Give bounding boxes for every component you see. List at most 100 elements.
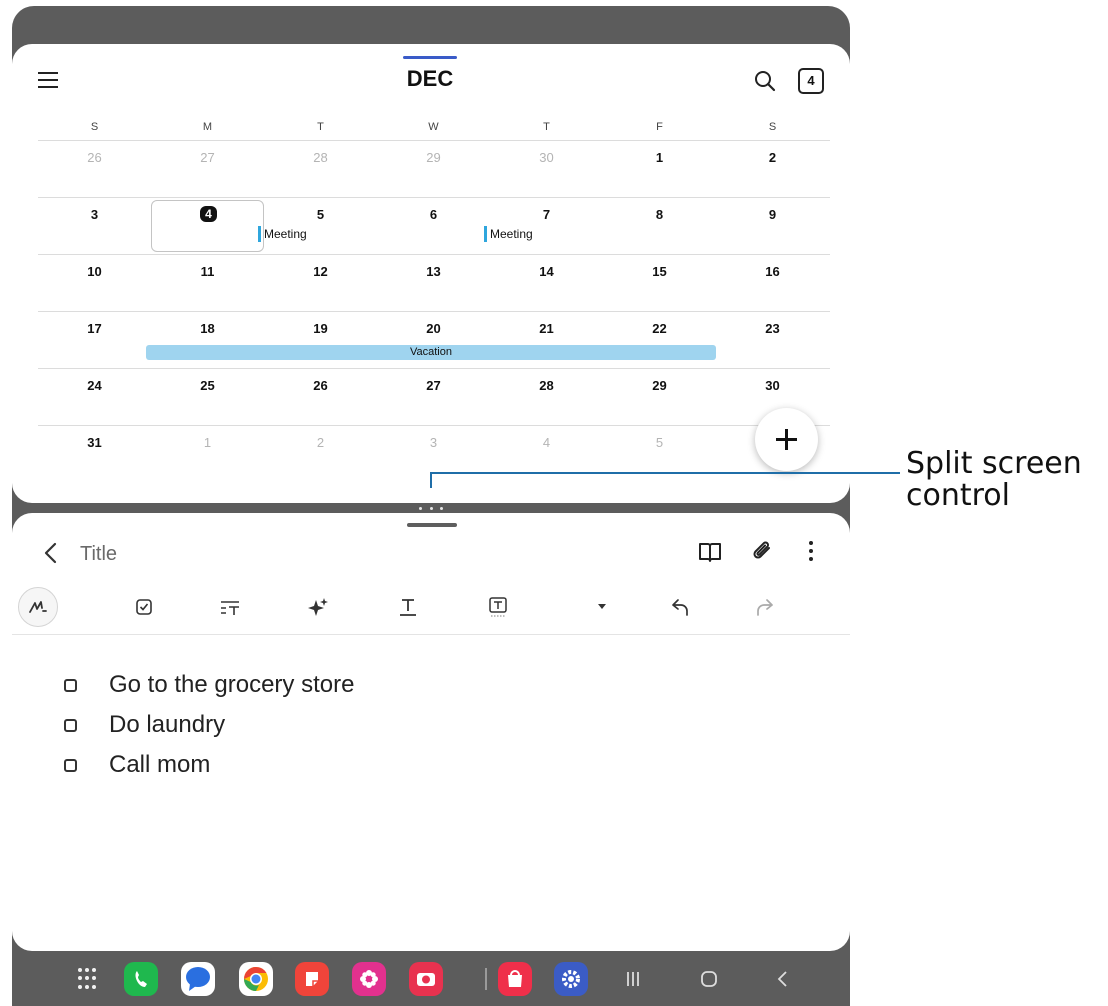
phone-app-icon[interactable]: [124, 962, 158, 996]
calendar-day[interactable]: 1: [603, 141, 716, 198]
calendar-day[interactable]: 5: [603, 426, 716, 483]
gallery-app-icon[interactable]: [352, 962, 386, 996]
day-number: 14: [539, 264, 554, 279]
calendar-day[interactable]: 17: [38, 312, 151, 369]
calendar-day[interactable]: 18: [151, 312, 264, 369]
day-number: 28: [539, 378, 554, 393]
recents-icon[interactable]: [625, 969, 641, 989]
calendar-day[interactable]: 7 Meeting: [484, 198, 603, 255]
checkbox[interactable]: [64, 718, 77, 732]
calendar-day[interactable]: 29: [377, 141, 490, 198]
checkbox[interactable]: [64, 758, 77, 772]
calendar-day[interactable]: 24: [38, 369, 151, 426]
calendar-day[interactable]: 9: [716, 198, 829, 255]
back-icon[interactable]: [42, 541, 60, 565]
more-options-icon[interactable]: [808, 541, 814, 563]
calendar-day[interactable]: 21: [490, 312, 603, 369]
messages-app-icon[interactable]: [181, 962, 215, 996]
calendar-day[interactable]: 10: [38, 255, 151, 312]
day-number: 4: [542, 435, 551, 450]
calendar-day[interactable]: 1: [151, 426, 264, 483]
calendar-day-today[interactable]: 4: [151, 200, 264, 252]
text-format-icon[interactable]: [210, 587, 250, 627]
tablet-device: DEC 4 SMTWTFS 26 27 28 29 30 1 2 3 4 5 Meeting 6 7 Me…: [12, 6, 850, 1006]
calendar-week-row: 10 11 12 13 14 15 16: [38, 254, 830, 311]
calendar-day[interactable]: 11: [151, 255, 264, 312]
calendar-day[interactable]: 3: [38, 198, 151, 255]
calendar-day[interactable]: 16: [716, 255, 829, 312]
calendar-day[interactable]: 26: [264, 369, 377, 426]
book-icon[interactable]: [698, 541, 722, 563]
calendar-day[interactable]: 30: [490, 141, 603, 198]
calendar-day[interactable]: 6: [377, 198, 490, 255]
today-button[interactable]: 4: [798, 68, 824, 94]
calendar-day[interactable]: 2: [716, 141, 829, 198]
back-nav-icon[interactable]: [776, 969, 790, 989]
calendar-day[interactable]: 20: [377, 312, 490, 369]
calendar-day[interactable]: 14: [490, 255, 603, 312]
list-item-text[interactable]: Call mom: [109, 751, 210, 779]
calendar-day[interactable]: 13: [377, 255, 490, 312]
calendar-day[interactable]: 4: [490, 426, 603, 483]
event-chip[interactable]: Meeting: [258, 226, 307, 242]
undo-icon[interactable]: [660, 587, 700, 627]
day-number: 3: [429, 435, 438, 450]
day-number: 4: [152, 206, 265, 222]
calendar-day[interactable]: 22: [603, 312, 716, 369]
handwriting-icon[interactable]: [18, 587, 58, 627]
settings-app-icon[interactable]: [554, 962, 588, 996]
checkbox-icon[interactable]: [124, 587, 164, 627]
callout-label: Split screen control: [906, 448, 1082, 512]
add-event-button[interactable]: [755, 408, 818, 471]
month-title[interactable]: DEC: [372, 66, 488, 92]
attachment-icon[interactable]: [752, 539, 774, 563]
list-item[interactable]: Go to the grocery store: [64, 665, 354, 705]
redo-icon[interactable]: [745, 587, 785, 627]
store-app-icon[interactable]: [498, 962, 532, 996]
calendar-day[interactable]: 2: [264, 426, 377, 483]
calendar-day[interactable]: 27: [377, 369, 490, 426]
calendar-day[interactable]: 26: [38, 141, 151, 198]
list-item[interactable]: Call mom: [64, 745, 354, 785]
callout-leader-vertical: [430, 472, 432, 488]
pane-handle[interactable]: [407, 523, 457, 527]
camera-app-icon[interactable]: [409, 962, 443, 996]
calendar-day[interactable]: 25: [151, 369, 264, 426]
vacation-event-bar[interactable]: Vacation: [146, 345, 716, 360]
day-number: 29: [652, 378, 667, 393]
app-drawer-icon[interactable]: [78, 968, 100, 990]
calendar-day[interactable]: 28: [264, 141, 377, 198]
calendar-day[interactable]: 5 Meeting: [258, 198, 377, 255]
calendar-day[interactable]: 31: [38, 426, 151, 483]
weekday-label: F: [656, 121, 663, 133]
notes-app-icon[interactable]: [295, 962, 329, 996]
text-box-icon[interactable]: [478, 587, 518, 627]
calendar-day[interactable]: 15: [603, 255, 716, 312]
weekday-label: S: [90, 121, 99, 133]
event-chip[interactable]: Meeting: [484, 226, 533, 242]
menu-icon[interactable]: [38, 72, 58, 88]
home-icon[interactable]: [699, 969, 719, 989]
calendar-day[interactable]: 27: [151, 141, 264, 198]
search-icon[interactable]: [753, 69, 777, 93]
ai-sparkle-icon[interactable]: [298, 587, 338, 627]
list-item[interactable]: Do laundry: [64, 705, 354, 745]
calendar-day[interactable]: 12: [264, 255, 377, 312]
calendar-day[interactable]: 23: [716, 312, 829, 369]
calendar-day[interactable]: 19: [264, 312, 377, 369]
calendar-day[interactable]: 8: [603, 198, 716, 255]
list-item-text[interactable]: Go to the grocery store: [109, 671, 354, 699]
calendar-day[interactable]: 3: [377, 426, 490, 483]
calendar-day[interactable]: 28: [490, 369, 603, 426]
note-title[interactable]: Title: [80, 543, 117, 566]
text-style-icon[interactable]: [388, 587, 428, 627]
chrome-app-icon[interactable]: [239, 962, 273, 996]
weekday-header: SMTWTFS: [38, 114, 830, 140]
split-screen-control[interactable]: [416, 504, 446, 512]
day-number: 30: [539, 150, 554, 165]
dropdown-icon[interactable]: [582, 587, 622, 627]
list-item-text[interactable]: Do laundry: [109, 711, 225, 739]
callout-line-1: Split screen: [906, 446, 1082, 481]
checkbox[interactable]: [64, 678, 77, 692]
calendar-day[interactable]: 29: [603, 369, 716, 426]
